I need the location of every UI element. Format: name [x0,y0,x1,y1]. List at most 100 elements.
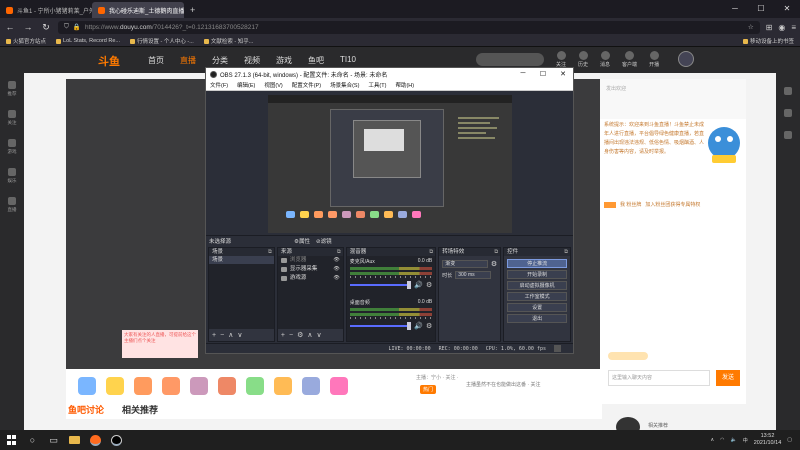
dock-float-icon[interactable]: ⧉ [564,248,568,256]
chat-tool-bar[interactable] [608,352,648,360]
obs-taskbar-icon[interactable] [111,434,122,446]
bookmark-item[interactable]: 火狐官方站点 [6,37,46,45]
gear-icon[interactable]: ⚙ [491,260,497,268]
recommend-avatar[interactable] [616,417,640,430]
menu-profile[interactable]: 配置文件(P) [292,81,321,89]
chat-input[interactable]: 这里输入聊天内容 [608,370,710,386]
eye-icon[interactable]: 👁 [333,274,339,283]
source-item[interactable]: 显示器采集 👁 [278,265,343,274]
gear-icon[interactable]: ⚙ [297,331,303,339]
close-window-button[interactable]: ✕ [774,0,800,18]
forward-arrow-icon[interactable]: → [22,22,34,32]
follow-button[interactable]: 关注 [556,51,566,68]
speaker-icon[interactable]: 🔊 [414,281,423,289]
bookmark-item[interactable]: LoL Stats, Record Re... [56,38,120,44]
remove-icon[interactable]: − [289,332,293,339]
sidebar-item-recommend[interactable]: 推荐 [8,81,17,97]
obs-maximize-button[interactable]: ☐ [533,70,553,78]
menu-file[interactable]: 文件(F) [210,81,228,89]
nav-live[interactable]: 直播 [180,55,196,66]
remove-icon[interactable]: − [220,332,224,339]
account-icon[interactable]: ◉ [778,23,785,32]
settings-button[interactable]: 设置 [507,303,568,312]
down-icon[interactable]: ∨ [316,331,321,339]
gift-item[interactable] [78,377,96,395]
obs-close-button[interactable]: ✕ [553,70,573,78]
bookmark-star-icon[interactable]: ☆ [748,23,754,31]
up-icon[interactable]: ∧ [307,331,312,339]
browser-tab-2[interactable]: 我心碰乐迪斯_土德鹅肉直播间... ✕ [92,2,184,18]
hot-button[interactable]: 热门 [420,385,437,394]
menu-view[interactable]: 视图(V) [264,81,282,89]
fans-badge-row[interactable]: 我 粉丝牌 加入粉丝团获得专属特权 [604,201,700,208]
slider-handle[interactable] [407,322,412,330]
exit-button[interactable]: 退出 [507,314,568,323]
site-logo[interactable]: 斗鱼 [98,53,120,69]
browser-tab-1[interactable]: 斗鱼1 - 宁所小猪猪莉莱_户外直播... ✕ [0,2,92,18]
volume-icon[interactable]: 🔈 [730,437,736,443]
filters-button[interactable]: ⊘滤镜 [316,237,332,245]
minimize-button[interactable]: ─ [722,0,748,18]
gift-item[interactable] [218,377,236,395]
bookmark-item[interactable]: 文献检索 - 知乎... [203,37,253,45]
gear-icon[interactable]: ⚙ [426,322,432,330]
sidebar-item-live[interactable]: 直播 [8,197,17,213]
sidebar-item-game[interactable]: 游戏 [8,139,17,155]
taskbar-clock[interactable]: 13:52 2021/10/14 [754,433,782,447]
start-recording-button[interactable]: 开始录制 [507,270,568,279]
menu-icon[interactable]: ≡ [791,23,796,32]
tab-related[interactable]: 相关推荐 [122,403,158,416]
up-icon[interactable]: ∧ [228,331,233,339]
firefox-icon[interactable] [90,434,101,446]
obs-preview[interactable] [206,92,573,234]
history-button[interactable]: 历史 [578,51,588,68]
nav-video[interactable]: 视频 [244,55,260,66]
slider-handle[interactable] [407,281,412,289]
site-search-input[interactable] [476,53,544,66]
gift-item[interactable] [134,377,152,395]
search-icon[interactable]: ○ [27,435,38,446]
sidebar-tool-icon[interactable] [784,87,792,95]
obs-minimize-button[interactable]: ─ [513,70,533,78]
tab-yuba[interactable]: 鱼吧讨论 [68,403,104,416]
gift-item[interactable] [106,377,124,395]
gift-item[interactable] [246,377,264,395]
extension-icon[interactable]: ⊞ [766,23,773,32]
gift-item[interactable] [190,377,208,395]
speaker-icon[interactable]: 🔊 [414,322,423,330]
sidebar-tool-icon[interactable] [784,131,792,139]
menu-help[interactable]: 帮助(H) [395,81,414,89]
gift-item[interactable] [162,377,180,395]
nav-ti10[interactable]: TI10 [340,55,356,66]
duration-input[interactable]: 300 ms [455,271,492,279]
gift-item[interactable] [330,377,348,395]
tray-up-arrow-icon[interactable]: ∧ [710,437,714,443]
windows-start-icon[interactable] [6,435,17,446]
gift-item[interactable] [274,377,292,395]
scene-item[interactable]: 场景 [209,256,274,264]
virtual-camera-button[interactable]: 启动虚拟摄像机 [507,281,568,290]
file-explorer-icon[interactable] [69,436,80,444]
studio-mode-button[interactable]: 工作室模式 [507,292,568,301]
task-view-icon[interactable]: ▭ [48,435,59,446]
dock-float-icon[interactable]: ⧉ [268,248,272,256]
volume-slider[interactable] [349,281,412,289]
gear-icon[interactable]: ⚙ [426,281,432,289]
message-button[interactable]: 消息 [600,51,610,68]
source-item[interactable]: 游戏源 👁 [278,274,343,283]
volume-slider[interactable] [349,322,412,330]
stop-streaming-button[interactable]: 停止推流 [507,259,568,268]
maximize-button[interactable]: ☐ [748,0,774,18]
nav-yuba[interactable]: 鱼吧 [308,55,324,66]
start-stream-button[interactable]: 开播 [649,51,659,68]
transition-select[interactable]: 渐变 [442,260,488,268]
menu-tools[interactable]: 工具(T) [368,81,386,89]
eye-icon[interactable]: 👁 [333,256,339,265]
dock-float-icon[interactable]: ⧉ [429,248,433,256]
promo-banner[interactable]: 大家有关注的人直播，可提前给这个主播们点个关注 [122,330,198,358]
source-item[interactable]: 浏览器 👁 [278,256,343,265]
properties-button[interactable]: ⚙属性 [294,237,310,245]
back-arrow-icon[interactable]: ← [4,22,16,32]
nav-game[interactable]: 游戏 [276,55,292,66]
ime-icon[interactable]: 中 [743,437,748,444]
